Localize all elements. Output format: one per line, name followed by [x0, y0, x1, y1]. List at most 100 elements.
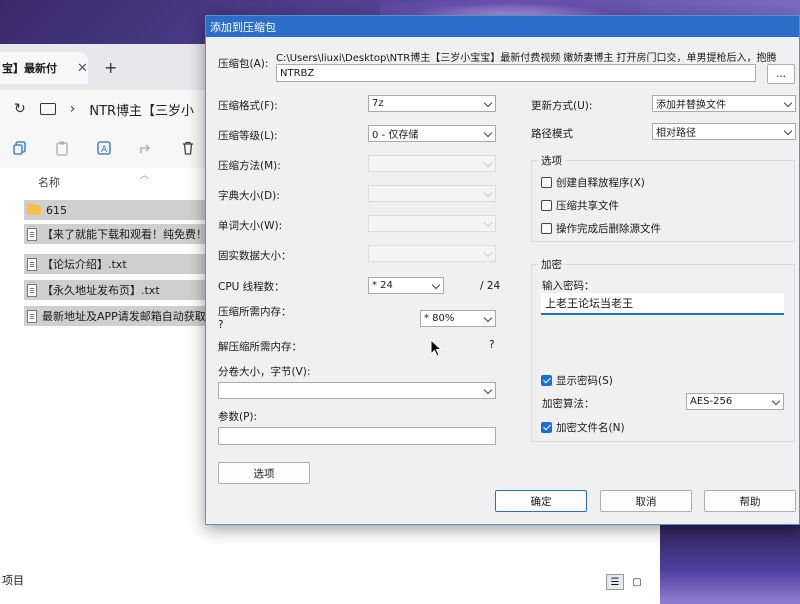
status-bar: 项目: [0, 570, 660, 590]
chevron-down-icon: [483, 158, 493, 168]
method-label: 压缩方法(M):: [218, 160, 281, 172]
show-password-checkbox[interactable]: [541, 375, 552, 386]
details-view-icon[interactable]: ☰: [606, 574, 624, 590]
status-text: 项目: [2, 574, 24, 587]
password-value: 上老王论坛当老王: [545, 297, 633, 310]
level-label: 压缩等级(L):: [218, 130, 278, 142]
list-item-label: 最新地址及APP请发邮箱自动获取: [42, 310, 206, 323]
copy-icon[interactable]: [12, 140, 28, 156]
threads-max: / 24: [480, 280, 501, 292]
word-size-label: 单词大小(W):: [218, 220, 283, 232]
explorer-tab[interactable]: 宝】最新付 ✕: [0, 52, 88, 84]
sfx-label: 创建自释放程序(X): [556, 177, 645, 189]
list-item[interactable]: 615: [24, 200, 214, 220]
browse-button[interactable]: ...: [767, 64, 795, 84]
ok-button[interactable]: 确定: [495, 490, 587, 512]
view-switcher: ☰ ▢: [606, 574, 646, 590]
chevron-down-icon: [483, 248, 493, 258]
mouse-cursor-icon: [430, 339, 442, 357]
volume-size-select[interactable]: [218, 382, 496, 399]
list-item-label: 【永久地址发布页】.txt: [42, 284, 160, 297]
cancel-button[interactable]: 取消: [600, 490, 692, 512]
path-mode-value: 相对路径: [656, 128, 696, 139]
text-file-icon: [27, 283, 37, 297]
tab-close-icon[interactable]: ✕: [77, 61, 88, 76]
archive-label: 压缩包(A):: [218, 58, 269, 70]
list-item[interactable]: 【论坛介绍】.txt: [24, 254, 214, 274]
text-file-icon: [27, 227, 37, 241]
help-button[interactable]: 帮助: [704, 490, 796, 512]
shared-files-checkbox-row[interactable]: 压缩共享文件: [541, 198, 619, 213]
list-item[interactable]: 【来了就能下载和观看！纯免费！: [24, 224, 214, 244]
chevron-down-icon: [483, 128, 493, 138]
add-to-archive-dialog: 添加到压缩包 压缩包(A): C:\Users\liuxi\Desktop\NT…: [205, 15, 800, 525]
update-mode-select[interactable]: 添加并替换文件: [652, 95, 796, 112]
show-password-checkbox-row[interactable]: 显示密码(S): [541, 373, 613, 388]
this-pc-icon[interactable]: [39, 103, 56, 115]
share-icon[interactable]: [138, 140, 154, 156]
chevron-down-icon: [431, 280, 441, 290]
format-select[interactable]: 7z: [368, 95, 496, 112]
path-mode-select[interactable]: 相对路径: [652, 123, 796, 140]
format-value: 7z: [372, 98, 384, 109]
threads-select[interactable]: * 24: [368, 277, 444, 294]
list-item[interactable]: 最新地址及APP请发邮箱自动获取: [24, 306, 214, 326]
memory-percent-select[interactable]: * 80%: [420, 310, 496, 327]
text-file-icon: [27, 309, 37, 323]
sfx-checkbox[interactable]: [541, 177, 552, 188]
list-item-label: 【来了就能下载和观看！纯免费！: [42, 228, 207, 241]
level-select[interactable]: 0 - 仅存储: [368, 125, 496, 142]
password-label: 输入密码：: [542, 280, 595, 292]
dictionary-select[interactable]: [368, 185, 496, 202]
chevron-down-icon: [483, 98, 493, 108]
delete-icon[interactable]: [180, 140, 196, 156]
update-mode-value: 添加并替换文件: [656, 100, 726, 111]
method-select[interactable]: [368, 155, 496, 172]
archive-name-field[interactable]: NTRBZ: [276, 64, 756, 82]
solid-size-label: 固实数据大小：: [218, 250, 292, 262]
threads-label: CPU 线程数：: [218, 281, 285, 293]
encryption-method-select[interactable]: AES-256: [686, 393, 784, 410]
sfx-checkbox-row[interactable]: 创建自释放程序(X): [541, 175, 645, 190]
chevron-right-icon[interactable]: ›: [70, 101, 76, 117]
rename-icon[interactable]: A: [96, 140, 112, 156]
encrypt-names-checkbox[interactable]: [541, 422, 552, 433]
compress-memory-label: 压缩所需内存：: [218, 306, 292, 318]
solid-size-select[interactable]: [368, 245, 496, 262]
encryption-method-value: AES-256: [690, 396, 733, 407]
new-tab-icon[interactable]: +: [104, 58, 117, 77]
options-button[interactable]: 选项: [218, 462, 310, 484]
update-mode-label: 更新方式(U):: [531, 100, 593, 112]
list-item-label: 615: [46, 203, 67, 217]
breadcrumb[interactable]: NTR博主【三岁小: [89, 100, 194, 119]
list-item-label: 【论坛介绍】.txt: [42, 258, 127, 271]
chevron-down-icon: [771, 396, 781, 406]
parameters-field[interactable]: [218, 427, 496, 445]
chevron-down-icon: [483, 385, 493, 395]
parameters-label: 参数(P):: [218, 411, 258, 423]
memory-percent-value: * 80%: [424, 313, 455, 324]
list-item[interactable]: 【永久地址发布页】.txt: [24, 280, 214, 300]
decompress-memory-label: 解压缩所需内存：: [218, 341, 302, 353]
delete-after-checkbox[interactable]: [541, 223, 552, 234]
paste-icon[interactable]: [54, 140, 70, 156]
word-size-select[interactable]: [368, 215, 496, 232]
tiles-view-icon[interactable]: ▢: [628, 574, 646, 590]
encrypt-names-checkbox-row[interactable]: 加密文件名(N): [541, 420, 625, 435]
threads-value: * 24: [372, 280, 393, 291]
refresh-icon[interactable]: ↻: [14, 101, 26, 117]
volume-label: 分卷大小，字节(V):: [218, 366, 311, 378]
dialog-title: 添加到压缩包: [206, 16, 799, 37]
explorer-tab-title: 宝】最新付: [2, 62, 57, 75]
delete-after-label: 操作完成后删除源文件: [556, 223, 661, 235]
chevron-down-icon: [783, 98, 793, 108]
encrypt-names-label: 加密文件名(N): [556, 422, 625, 434]
password-field[interactable]: 上老王论坛当老王: [541, 293, 784, 315]
path-mode-label: 路径模式: [531, 128, 573, 140]
shared-files-checkbox[interactable]: [541, 200, 552, 211]
show-password-label: 显示密码(S): [556, 375, 613, 387]
archive-path: C:\Users\liuxi\Desktop\NTR博主【三岁小宝宝】最新付费视…: [276, 53, 777, 64]
delete-after-checkbox-row[interactable]: 操作完成后删除源文件: [541, 221, 661, 236]
column-header-name[interactable]: 名称: [38, 174, 60, 190]
format-label: 压缩格式(F):: [218, 100, 278, 112]
